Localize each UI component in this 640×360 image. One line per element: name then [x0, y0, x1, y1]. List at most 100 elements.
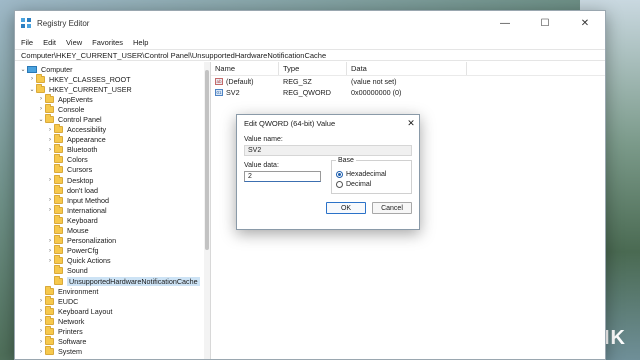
chevron-right-icon[interactable]: › — [46, 197, 54, 203]
chevron-right-icon[interactable]: › — [46, 177, 54, 183]
tree-item[interactable]: › International — [15, 204, 210, 215]
value-name-field[interactable]: SV2 — [244, 145, 412, 156]
tree-item[interactable]: UnsupportedHardwareNotificationCache — [15, 275, 210, 286]
tree-item[interactable]: Cursors — [15, 164, 210, 175]
folder-icon — [54, 174, 63, 184]
tree-item[interactable]: › System — [15, 346, 210, 357]
binary-value-icon: 01 — [215, 89, 223, 96]
tree-item[interactable]: › Input Method — [15, 194, 210, 205]
folder-icon — [45, 315, 54, 325]
tree-item-label: Console — [58, 104, 85, 114]
chevron-right-icon[interactable]: › — [37, 318, 45, 324]
address-bar[interactable]: Computer\HKEY_CURRENT_USER\Control Panel… — [15, 49, 605, 61]
chevron-right-icon[interactable]: › — [37, 96, 45, 102]
tree-item[interactable]: › Keyboard Layout — [15, 305, 210, 316]
column-type[interactable]: Type — [279, 62, 347, 75]
dialog-close-icon[interactable]: ✕ — [403, 118, 419, 129]
chevron-right-icon[interactable]: › — [46, 238, 54, 244]
chevron-right-icon[interactable]: › — [46, 248, 54, 254]
dialog-title-bar: Edit QWORD (64-bit) Value ✕ — [237, 115, 419, 132]
tree-item-label: Keyboard — [67, 215, 98, 225]
chevron-right-icon[interactable]: › — [37, 106, 45, 112]
chevron-right-icon[interactable]: › — [37, 298, 45, 304]
tree-item[interactable]: › Accessibility — [15, 124, 210, 135]
tree-item[interactable]: Environment — [15, 285, 210, 296]
chevron-right-icon[interactable]: › — [46, 207, 54, 213]
column-name[interactable]: Name — [211, 62, 279, 75]
tree-item[interactable]: Keyboard — [15, 214, 210, 225]
tree-item[interactable]: › HKEY_CLASSES_ROOT — [15, 73, 210, 84]
radio-decimal[interactable]: Decimal — [336, 179, 407, 189]
tree-item-label: Cursors — [67, 165, 93, 175]
value-row[interactable]: 01 SV2 REG_QWORD 0x00000000 (0) — [211, 87, 605, 98]
tree-vertical-scrollbar[interactable] — [204, 62, 210, 359]
chevron-down-icon[interactable]: ⌄ — [19, 66, 27, 73]
radio-hexadecimal[interactable]: Hexadecimal — [336, 169, 407, 179]
value-type: REG_SZ — [283, 77, 312, 86]
radio-checked-icon[interactable] — [336, 170, 343, 178]
chevron-right-icon[interactable]: › — [46, 127, 54, 133]
value-data-input[interactable]: 2 — [244, 171, 321, 182]
folder-icon — [54, 265, 63, 275]
chevron-right-icon[interactable]: › — [37, 339, 45, 345]
column-headers: Name Type Data — [211, 62, 605, 76]
chevron-right-icon[interactable]: › — [46, 147, 54, 153]
tree-item[interactable]: don't load — [15, 184, 210, 195]
close-button[interactable]: ✕ — [565, 11, 605, 35]
tree-item[interactable]: › Personalization — [15, 235, 210, 246]
radio-hexadecimal-label: Hexadecimal — [346, 170, 387, 178]
chevron-right-icon[interactable]: › — [46, 137, 54, 143]
ok-button[interactable]: OK — [326, 202, 366, 214]
menu-help[interactable]: Help — [133, 38, 148, 47]
folder-icon — [54, 204, 63, 214]
chevron-down-icon[interactable]: ⌄ — [28, 86, 36, 93]
folder-icon — [54, 134, 63, 144]
tree-item-label: Printers — [58, 326, 83, 336]
tree-item[interactable]: › Bluetooth — [15, 144, 210, 155]
tree-item[interactable]: › EUDC — [15, 295, 210, 306]
tree-item[interactable]: › Console — [15, 103, 210, 114]
tree-item[interactable]: › AppEvents — [15, 93, 210, 104]
chevron-right-icon[interactable]: › — [46, 258, 54, 264]
tree-item[interactable]: › PowerCfg — [15, 245, 210, 256]
menu-view[interactable]: View — [66, 38, 82, 47]
tree-item-label: Desktop — [67, 175, 94, 185]
folder-icon — [54, 164, 63, 174]
tree-item[interactable]: › Software — [15, 336, 210, 347]
tree-item-label: Computer — [41, 64, 73, 74]
tree-item[interactable]: › Quick Actions — [15, 255, 210, 266]
chevron-down-icon[interactable]: ⌄ — [37, 116, 45, 123]
tree-item[interactable]: › Desktop — [15, 174, 210, 185]
folder-icon — [36, 73, 45, 83]
tree-item[interactable]: › Network — [15, 315, 210, 326]
value-row[interactable]: ab (Default) REG_SZ (value not set) — [211, 76, 605, 87]
chevron-right-icon[interactable]: › — [37, 308, 45, 314]
menu-edit[interactable]: Edit — [43, 38, 56, 47]
maximize-button[interactable]: ☐ — [525, 11, 565, 35]
tree-item[interactable]: ⌄ HKEY_CURRENT_USER — [15, 83, 210, 94]
column-data[interactable]: Data — [347, 62, 467, 75]
folder-icon — [45, 346, 54, 356]
tree-item-label: Personalization — [67, 236, 117, 246]
tree-item[interactable]: Colors — [15, 154, 210, 165]
minimize-button[interactable]: — — [485, 11, 525, 35]
cancel-button[interactable]: Cancel — [372, 202, 412, 214]
tree-item[interactable]: ⌄ Control Panel — [15, 114, 210, 124]
tree-item[interactable]: › Printers — [15, 325, 210, 336]
folder-icon — [54, 214, 63, 224]
tree-item[interactable]: Sound — [15, 265, 210, 276]
menu-file[interactable]: File — [21, 38, 33, 47]
radio-unchecked-icon[interactable] — [336, 180, 343, 188]
tree-item[interactable]: ⌄ Computer — [15, 64, 210, 74]
key-tree: ⌄ Computer › HKEY_CLASSES_ROOT ⌄ HKEY_CURRENT… — [15, 62, 211, 359]
tree-item[interactable]: › Appearance — [15, 134, 210, 145]
tree-item[interactable]: Mouse — [15, 225, 210, 236]
chevron-right-icon[interactable]: › — [37, 328, 45, 334]
scrollbar-thumb[interactable] — [205, 70, 209, 250]
dialog-title: Edit QWORD (64-bit) Value — [244, 119, 336, 128]
value-data: (value not set) — [351, 77, 397, 86]
value-name-label: Value name: — [244, 136, 283, 143]
chevron-right-icon[interactable]: › — [28, 76, 36, 82]
chevron-right-icon[interactable]: › — [37, 349, 45, 355]
menu-favorites[interactable]: Favorites — [92, 38, 123, 47]
